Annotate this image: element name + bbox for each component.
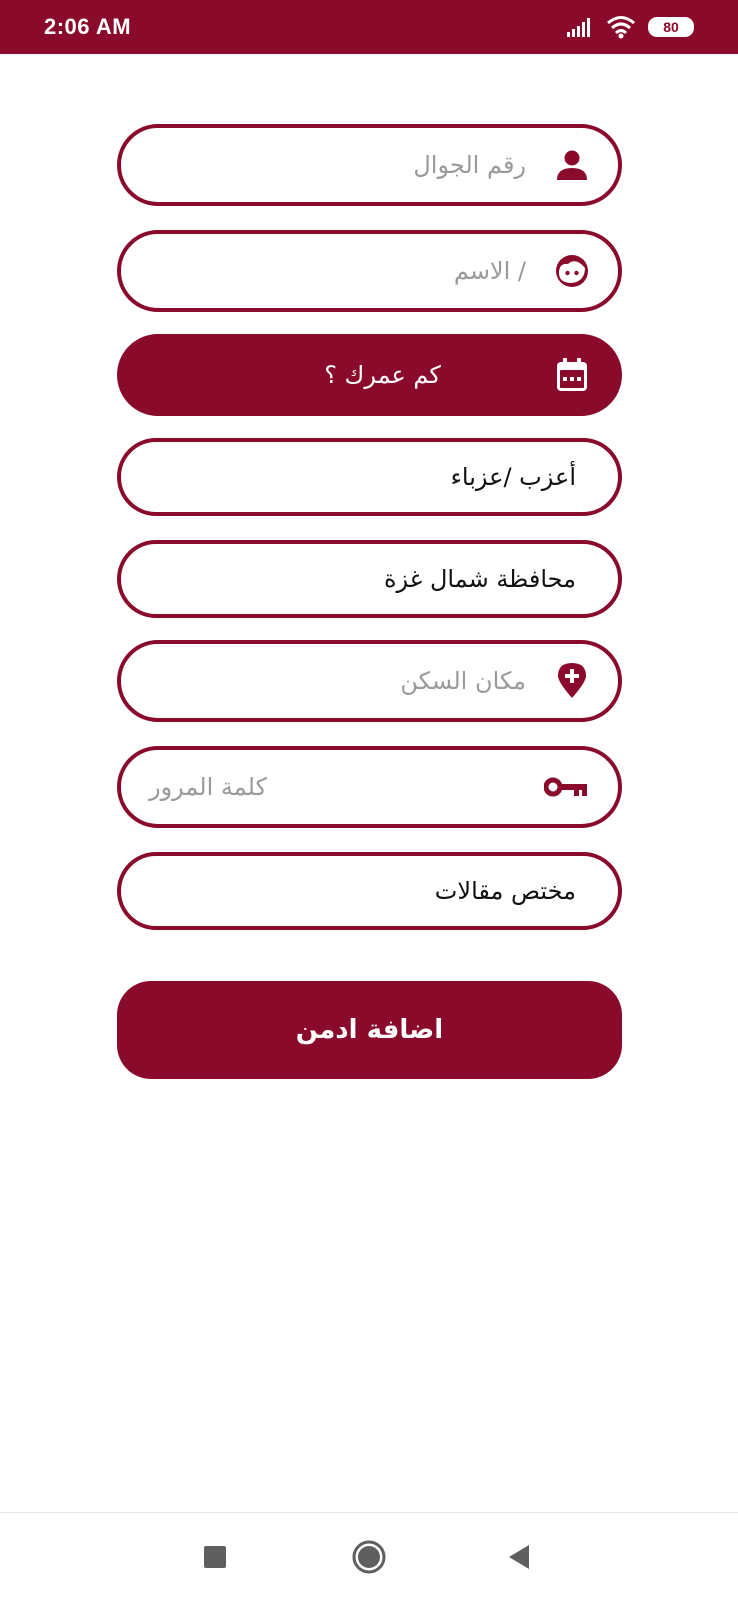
user-icon <box>554 147 590 183</box>
phone-field[interactable]: رقم الجوال <box>117 124 622 206</box>
residence-field[interactable]: مكان السكن <box>117 640 622 722</box>
residence-placeholder: مكان السكن <box>400 667 526 695</box>
age-label: كم عمرك ؟ <box>324 361 441 389</box>
location-plus-icon <box>554 663 590 699</box>
key-icon <box>544 769 588 805</box>
system-nav-bar <box>0 1512 738 1600</box>
calendar-icon <box>554 357 590 393</box>
age-picker[interactable]: كم عمرك ؟ <box>117 334 622 416</box>
home-circle-icon[interactable] <box>349 1537 389 1577</box>
status-bar: 2:06 AM 80 <box>0 0 738 54</box>
marital-status-dropdown[interactable]: أعزب /عزباء <box>117 438 622 516</box>
specialty-dropdown[interactable]: مختص مقالات <box>117 852 622 930</box>
name-placeholder: / الاسم <box>453 257 526 285</box>
back-triangle-icon[interactable] <box>499 1537 539 1577</box>
password-placeholder: كلمة المرور <box>149 773 268 801</box>
recents-square-icon[interactable] <box>195 1537 235 1577</box>
signal-icon <box>567 18 590 37</box>
name-field[interactable]: / الاسم <box>117 230 622 312</box>
phone-placeholder: رقم الجوال <box>413 151 526 179</box>
face-icon <box>554 253 590 289</box>
specialty-value: مختص مقالات <box>434 877 576 905</box>
marital-status-value: أعزب /عزباء <box>450 463 576 491</box>
add-admin-button[interactable]: اضافة ادمن <box>117 981 622 1079</box>
battery-level: 80 <box>663 19 679 35</box>
add-admin-label: اضافة ادمن <box>295 1015 444 1045</box>
governorate-dropdown[interactable]: محافظة شمال غزة <box>117 540 622 618</box>
status-time: 2:06 AM <box>44 14 132 39</box>
governorate-value: محافظة شمال غزة <box>383 565 576 593</box>
battery-icon: 80 <box>648 17 694 37</box>
status-icons: 80 <box>566 15 694 39</box>
password-field[interactable]: كلمة المرور <box>117 746 622 828</box>
wifi-icon <box>607 16 635 39</box>
